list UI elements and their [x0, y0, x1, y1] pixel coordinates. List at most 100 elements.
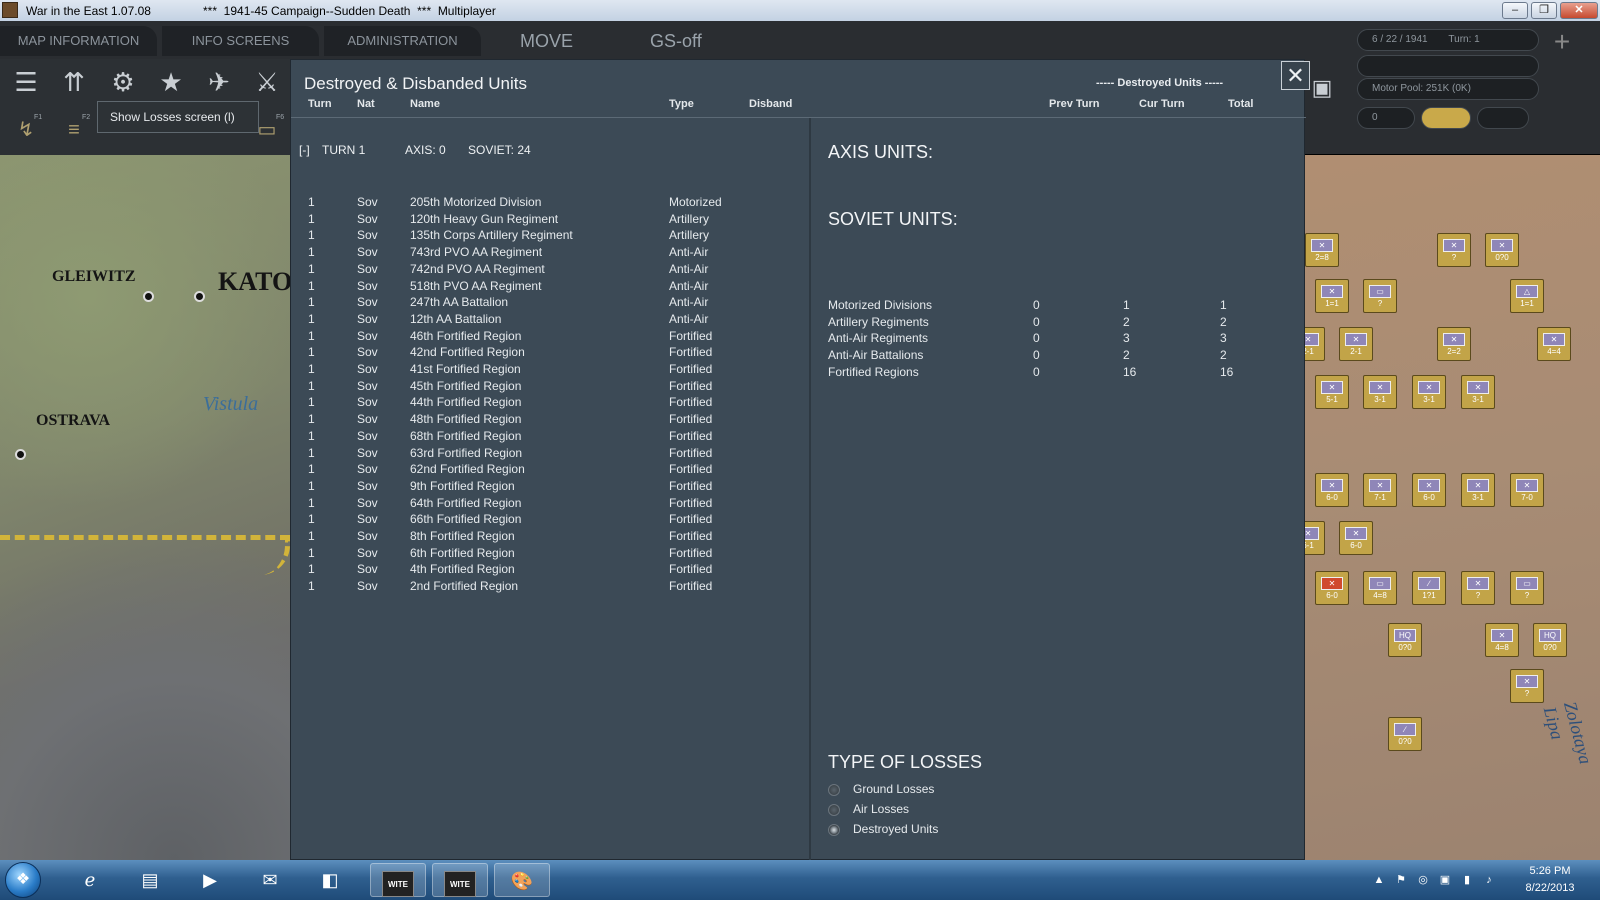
table-row[interactable]: 1 Sov 742nd PVO AA Regiment Anti-Air [291, 262, 809, 279]
unit-counter[interactable]: ✕ 4=8 [1485, 623, 1519, 657]
info-screens-menu[interactable]: INFO SCREENS [162, 26, 319, 56]
table-row[interactable]: 1 Sov 46th Fortified Region Fortified [291, 329, 809, 346]
table-row[interactable]: 1 Sov 8th Fortified Region Fortified [291, 529, 809, 546]
table-row[interactable]: 1 Sov 135th Corps Artillery Regiment Artill… [291, 228, 809, 245]
unit-counter[interactable]: ▭ 4=8 [1363, 571, 1397, 605]
tray-expand-icon[interactable]: ▲ [1372, 873, 1386, 887]
column-header-nat[interactable]: Nat [357, 98, 375, 110]
unit-counters-icon[interactable]: ⇈ [57, 65, 91, 99]
unit-counter[interactable]: ✕ 2=8 [1305, 233, 1339, 267]
unit-counter[interactable]: ✕? [1461, 571, 1495, 605]
city-marker[interactable] [143, 291, 154, 302]
unit-counter[interactable]: ✕ 3-1 [1412, 375, 1446, 409]
clock-date[interactable]: 8/22/2013 [1520, 882, 1580, 894]
wite-taskbar-button[interactable]: WITE [432, 863, 488, 897]
layers-icon[interactable]: ☰ [9, 65, 43, 99]
paint-icon[interactable]: 🎨 [494, 863, 550, 897]
tray-network-icon[interactable]: ◎ [1416, 873, 1430, 887]
city-marker[interactable] [15, 449, 26, 460]
table-row[interactable]: 1 Sov 6th Fortified Region Fortified [291, 546, 809, 563]
unit-counter[interactable]: ✕ 6-0 [1412, 473, 1446, 507]
screen-toggle-icon[interactable]: ▣ [1305, 71, 1339, 105]
minimize-button[interactable]: – [1502, 2, 1528, 19]
combat-icon[interactable]: ⚔ [250, 65, 284, 99]
table-row[interactable]: 1 Sov 2nd Fortified Region Fortified [291, 579, 809, 596]
administration-menu[interactable]: ADMINISTRATION [324, 26, 481, 56]
tray-signal-icon[interactable]: ▮ [1460, 873, 1474, 887]
window-close-button[interactable]: ✕ [1560, 2, 1598, 19]
air-base-icon[interactable]: ✈ [202, 65, 236, 99]
table-row[interactable]: 1 Sov 64th Fortified Region Fortified [291, 496, 809, 513]
table-row[interactable]: 1 Sov 12th AA Battalion Anti-Air [291, 312, 809, 329]
unit-counter[interactable]: HQ 0?0 [1533, 623, 1567, 657]
explorer-icon[interactable]: ▤ [122, 863, 178, 897]
city-marker[interactable] [194, 291, 205, 302]
unit-counter[interactable]: ✕ 2-1 [1339, 327, 1373, 361]
unit-counter[interactable]: ▭? [1363, 279, 1397, 313]
unit-counter[interactable]: ✕ 0?0 [1485, 233, 1519, 267]
table-row[interactable]: 1 Sov 41st Fortified Region Fortified [291, 362, 809, 379]
column-header-cur-turn[interactable]: Cur Turn [1139, 98, 1185, 110]
unit-counter[interactable]: ✕? [1510, 669, 1544, 703]
unit-counter[interactable]: ✕ 6-0 [1315, 571, 1349, 605]
column-header-type[interactable]: Type [669, 98, 694, 110]
office-icon[interactable]: ◧ [302, 863, 358, 897]
move-mode-button[interactable]: MOVE [520, 26, 573, 56]
unit-counter[interactable]: ∕ 0?0 [1388, 717, 1422, 751]
tray-flag-icon[interactable]: ⚑ [1394, 873, 1408, 887]
start-button[interactable]: ❖ [5, 862, 41, 898]
unit-counter[interactable]: ✕ 2=2 [1437, 327, 1471, 361]
unit-counter[interactable]: ✕ 3-1 [1461, 375, 1495, 409]
radio-button[interactable] [828, 804, 840, 816]
table-row[interactable]: 1 Sov 743rd PVO AA Regiment Anti-Air [291, 245, 809, 262]
table-row[interactable]: 1 Sov 9th Fortified Region Fortified [291, 479, 809, 496]
unit-counter[interactable]: ✕ 6-0 [1315, 473, 1349, 507]
column-header-turn[interactable]: Turn [308, 98, 332, 110]
table-row[interactable]: 1 Sov 247th AA Battalion Anti-Air [291, 295, 809, 312]
radio-button[interactable] [828, 824, 840, 836]
wite-taskbar-button[interactable]: WITE [370, 863, 426, 897]
unit-counter[interactable]: ✕ 3-1 [1363, 375, 1397, 409]
column-header-total[interactable]: Total [1228, 98, 1253, 110]
map-view-left[interactable]: GLEIWITZ KATO OSTRAVA Vistula [0, 155, 292, 860]
table-row[interactable]: 1 Sov 45th Fortified Region Fortified [291, 379, 809, 396]
unit-counter[interactable]: ✕ 1=1 [1315, 279, 1349, 313]
tray-volume-icon[interactable]: ♪ [1482, 873, 1496, 887]
tray-device-icon[interactable]: ▣ [1438, 873, 1452, 887]
table-row[interactable]: 1 Sov 4th Fortified Region Fortified [291, 562, 809, 579]
unit-counter[interactable]: ✕ 5-1 [1315, 375, 1349, 409]
table-row[interactable]: 1 Sov 62nd Fortified Region Fortified [291, 462, 809, 479]
unit-counter[interactable]: ✕? [1437, 233, 1471, 267]
map-information-menu[interactable]: MAP INFORMATION [0, 26, 157, 56]
unit-counter[interactable]: △ 1=1 [1510, 279, 1544, 313]
star-icon[interactable]: ★ [154, 65, 188, 99]
table-row[interactable]: 1 Sov 44th Fortified Region Fortified [291, 395, 809, 412]
unit-counter[interactable]: HQ 0?0 [1388, 623, 1422, 657]
unit-counter[interactable]: ∕ 1?1 [1412, 571, 1446, 605]
zoom-in-icon[interactable]: + [1545, 25, 1579, 59]
outlook-icon[interactable]: ✉ [242, 863, 298, 897]
radio-button[interactable] [828, 784, 840, 796]
unit-counter[interactable]: ✕ 6-0 [1339, 521, 1373, 555]
table-row[interactable]: 1 Sov 48th Fortified Region Fortified [291, 412, 809, 429]
clock-time[interactable]: 5:26 PM [1520, 865, 1580, 877]
gs-toggle-button[interactable]: GS-off [650, 26, 702, 56]
column-header-name[interactable]: Name [410, 98, 440, 110]
table-row[interactable]: 1 Sov 42nd Fortified Region Fortified [291, 345, 809, 362]
map-view-right[interactable]: Zolotaya Lipa ✕ 2=8 ✕? ✕ 0?0 ✕ 1=1 ▭? △ 1=1 … [1291, 155, 1600, 860]
collapse-toggle[interactable]: [-] [299, 143, 310, 157]
unit-counter[interactable]: ✕ 7-1 [1363, 473, 1397, 507]
dialog-close-button[interactable]: ✕ [1281, 61, 1310, 90]
table-row[interactable]: 1 Sov 205th Motorized Division Motorized [291, 195, 809, 212]
unit-counter[interactable]: ✕ 3-1 [1461, 473, 1495, 507]
restore-button[interactable]: ❐ [1531, 2, 1557, 19]
table-row[interactable]: 1 Sov 120th Heavy Gun Regiment Artillery [291, 212, 809, 229]
table-row[interactable]: 1 Sov 66th Fortified Region Fortified [291, 512, 809, 529]
gear-icon[interactable]: ⚙ [106, 65, 140, 99]
unit-counter[interactable]: ▭? [1510, 571, 1544, 605]
ie-icon[interactable]: ℯ [62, 863, 118, 897]
unit-counter[interactable]: ✕ 7-0 [1510, 473, 1544, 507]
unit-counter[interactable]: ✕ 4=4 [1537, 327, 1571, 361]
table-row[interactable]: 1 Sov 518th PVO AA Regiment Anti-Air [291, 279, 809, 296]
media-player-icon[interactable]: ▶ [182, 863, 238, 897]
